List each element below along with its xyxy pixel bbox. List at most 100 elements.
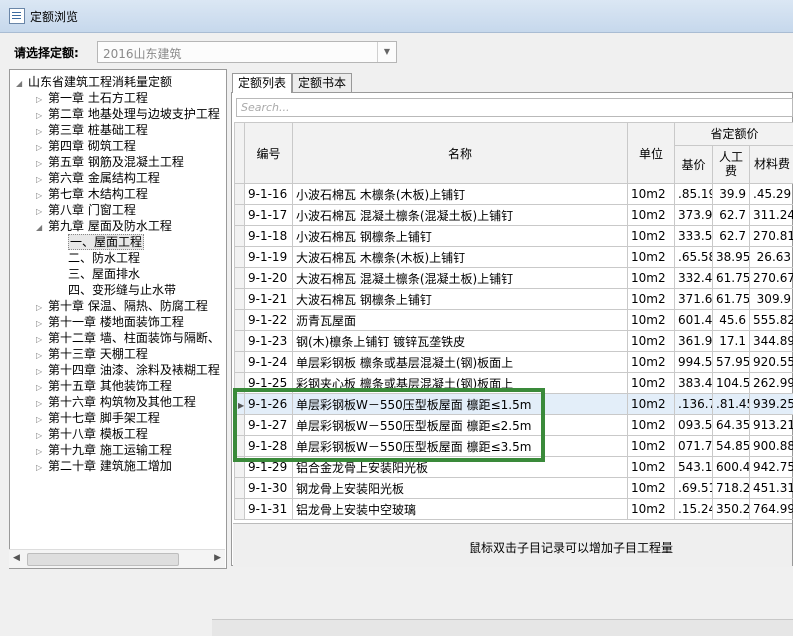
- cell-name: 小波石棉瓦 钢檩条上铺钉: [293, 226, 628, 247]
- table-row[interactable]: 9-1-30钢龙骨上安装阳光板10m2.69.51718.2451.31: [235, 478, 793, 499]
- table-row[interactable]: 9-1-22沥青瓦屋面10m2601.4245.6555.82: [235, 310, 793, 331]
- table-row[interactable]: 9-1-25彩钢夹心板 檩条或基层混凝土(钢)板面上10m2383.49104.…: [235, 373, 793, 394]
- tree-chapter[interactable]: ▷第十四章 油漆、涂料及裱糊工程: [36, 362, 220, 378]
- scroll-right-icon[interactable]: ▶: [214, 553, 221, 563]
- tree-subchapter[interactable]: 三、屋面排水: [56, 266, 140, 282]
- tree-chapter[interactable]: ▷第四章 砌筑工程: [36, 138, 136, 154]
- cell-material: 344.89: [750, 331, 793, 352]
- tree-item-label: 第十六章 构筑物及其他工程: [48, 395, 196, 409]
- cell-code: 9-1-20: [245, 268, 293, 289]
- cell-base: 543.15: [675, 457, 713, 478]
- tree-chapter[interactable]: ▷第二章 地基处理与边坡支护工程: [36, 106, 220, 122]
- table-row[interactable]: 9-1-23钢(木)檩条上铺钉 镀锌瓦垄铁皮10m2361.9917.1344.…: [235, 331, 793, 352]
- cell-unit: 10m2: [628, 478, 675, 499]
- tree-horizontal-scrollbar[interactable]: ◀ ▶: [9, 549, 225, 568]
- cell-material: 270.81: [750, 226, 793, 247]
- cell-unit: 10m2: [628, 394, 675, 415]
- cell-unit: 10m2: [628, 310, 675, 331]
- table-row[interactable]: 9-1-29铝合金龙骨上安装阳光板10m2543.15600.4942.75: [235, 457, 793, 478]
- quota-table: 编号 名称 单位 省定额价 基价 人工费 材料费 9-1-16小波石棉瓦 木檩条…: [234, 122, 793, 520]
- cell-base: 093.56: [675, 415, 713, 436]
- table-row[interactable]: 9-1-16小波石棉瓦 木檩条(木板)上铺钉10m2.85.1939.9.45.…: [235, 184, 793, 205]
- column-header-unit[interactable]: 单位: [628, 123, 675, 184]
- column-header-code[interactable]: 编号: [245, 123, 293, 184]
- scroll-left-icon[interactable]: ◀: [13, 553, 20, 563]
- tree-chapter[interactable]: ▷第二十章 建筑施工增加: [36, 458, 172, 474]
- cell-name: 单层彩钢板W－550压型板屋面 檩距≤1.5m: [293, 394, 628, 415]
- expanded-icon[interactable]: ◢: [36, 220, 48, 236]
- scrollbar-thumb[interactable]: [27, 553, 179, 566]
- quota-select[interactable]: 2016山东建筑 ▼: [97, 41, 397, 63]
- expand-icon[interactable]: ▷: [36, 460, 48, 476]
- chapter-tree[interactable]: ◢山东省建筑工程消耗量定额▷第一章 土石方工程▷第二章 地基处理与边坡支护工程▷…: [9, 69, 227, 569]
- row-indicator: [235, 499, 245, 520]
- cell-labor: 64.35: [713, 415, 750, 436]
- cell-material: 942.75: [750, 457, 793, 478]
- tree-item-label: 第一章 土石方工程: [48, 91, 148, 105]
- column-header-name[interactable]: 名称: [293, 123, 628, 184]
- row-indicator: [235, 478, 245, 499]
- tree-item-label: 第八章 门窗工程: [48, 203, 136, 217]
- tree-item-label: 第四章 砌筑工程: [48, 139, 136, 153]
- tree-chapter[interactable]: ▷第十六章 构筑物及其他工程: [36, 394, 196, 410]
- tree-root[interactable]: ◢山东省建筑工程消耗量定额: [16, 74, 172, 90]
- tree-chapter[interactable]: ▷第八章 门窗工程: [36, 202, 136, 218]
- tree-item-label: 山东省建筑工程消耗量定额: [28, 75, 172, 89]
- table-row[interactable]: 9-1-28单层彩钢板W－550压型板屋面 檩距≤3.5m10m2071.735…: [235, 436, 793, 457]
- tree-chapter[interactable]: ▷第十一章 楼地面装饰工程: [36, 314, 184, 330]
- status-bar: 鼠标双击子目记录可以增加子目工程量: [233, 523, 792, 567]
- cell-name: 彩钢夹心板 檩条或基层混凝土(钢)板面上: [293, 373, 628, 394]
- column-header-base[interactable]: 基价: [675, 145, 713, 183]
- cell-labor: 104.5: [713, 373, 750, 394]
- table-row[interactable]: 9-1-19大波石棉瓦 木檩条(木板)上铺钉10m2.65.5838.9526.…: [235, 247, 793, 268]
- table-row[interactable]: 9-1-24单层彩钢板 檩条或基层混凝土(钢)板面上10m2994.557.95…: [235, 352, 793, 373]
- cell-labor: 62.7: [713, 226, 750, 247]
- table-row[interactable]: 9-1-21大波石棉瓦 钢檩条上铺钉10m2371.6561.75309.9: [235, 289, 793, 310]
- tab-quota-list[interactable]: 定额列表: [232, 73, 292, 93]
- tree-chapter[interactable]: ▷第七章 木结构工程: [36, 186, 148, 202]
- table-row[interactable]: 9-1-31铝龙骨上安装中空玻璃10m2.15.24350.25764.99: [235, 499, 793, 520]
- cell-unit: 10m2: [628, 499, 675, 520]
- cell-labor: 45.6: [713, 310, 750, 331]
- column-header-labor[interactable]: 人工费: [713, 145, 750, 183]
- table-row[interactable]: 9-1-18小波石棉瓦 钢檩条上铺钉10m2333.5162.7270.81: [235, 226, 793, 247]
- tree-chapter[interactable]: ▷第一章 土石方工程: [36, 90, 148, 106]
- tree-chapter[interactable]: ▷第十章 保温、隔热、防腐工程: [36, 298, 208, 314]
- tree-item-label: 第十四章 油漆、涂料及裱糊工程: [48, 363, 220, 377]
- column-header-material[interactable]: 材料费: [750, 145, 793, 183]
- tree-subchapter[interactable]: 四、变形缝与止水带: [56, 282, 176, 298]
- tree-chapter[interactable]: ▷第十三章 天棚工程: [36, 346, 148, 362]
- row-indicator: [235, 226, 245, 247]
- tree-chapter[interactable]: ▷第三章 桩基础工程: [36, 122, 148, 138]
- row-indicator: [235, 289, 245, 310]
- tree-chapter[interactable]: ▷第十八章 模板工程: [36, 426, 148, 442]
- cell-name: 钢龙骨上安装阳光板: [293, 478, 628, 499]
- tree-subchapter[interactable]: 二、防水工程: [56, 250, 140, 266]
- tree-item-label: 四、变形缝与止水带: [68, 283, 176, 297]
- tree-chapter[interactable]: ▷第五章 钢筋及混凝土工程: [36, 154, 184, 170]
- tree-chapter[interactable]: ▷第六章 金属结构工程: [36, 170, 160, 186]
- expanded-icon[interactable]: ◢: [16, 76, 28, 92]
- tree-item-label: 第十章 保温、隔热、防腐工程: [48, 299, 208, 313]
- table-row[interactable]: 9-1-20大波石棉瓦 混凝土檩条(混凝土板)上铺钉10m2332.4261.7…: [235, 268, 793, 289]
- cell-name: 大波石棉瓦 钢檩条上铺钉: [293, 289, 628, 310]
- chevron-down-icon[interactable]: ▼: [377, 42, 396, 62]
- tree-chapter[interactable]: ▷第十二章 墙、柱面装饰与隔断、: [36, 330, 220, 346]
- table-row[interactable]: 9-1-27单层彩钢板W－550压型板屋面 檩距≤2.5m10m2093.566…: [235, 415, 793, 436]
- tree-item-label: 三、屋面排水: [68, 267, 140, 281]
- tree-chapter[interactable]: ▷第十五章 其他装饰工程: [36, 378, 172, 394]
- cell-base: 333.51: [675, 226, 713, 247]
- table-row[interactable]: ▶9-1-26单层彩钢板W－550压型板屋面 檩距≤1.5m10m2.136.7…: [235, 394, 793, 415]
- cell-unit: 10m2: [628, 247, 675, 268]
- cell-name: 小波石棉瓦 木檩条(木板)上铺钉: [293, 184, 628, 205]
- cell-code: 9-1-31: [245, 499, 293, 520]
- cell-base: .85.19: [675, 184, 713, 205]
- tab-quota-book[interactable]: 定额书本: [292, 73, 352, 93]
- tree-chapter[interactable]: ▷第十九章 施工运输工程: [36, 442, 172, 458]
- table-row[interactable]: 9-1-17小波石棉瓦 混凝土檩条(混凝土板)上铺钉10m2373.9462.7…: [235, 205, 793, 226]
- tree-chapter[interactable]: ▷第十七章 脚手架工程: [36, 410, 160, 426]
- search-box[interactable]: Search...: [236, 98, 793, 117]
- cell-base: 371.65: [675, 289, 713, 310]
- tree-chapter[interactable]: ◢第九章 屋面及防水工程: [36, 218, 172, 234]
- tree-subchapter[interactable]: 一、屋面工程: [56, 234, 144, 250]
